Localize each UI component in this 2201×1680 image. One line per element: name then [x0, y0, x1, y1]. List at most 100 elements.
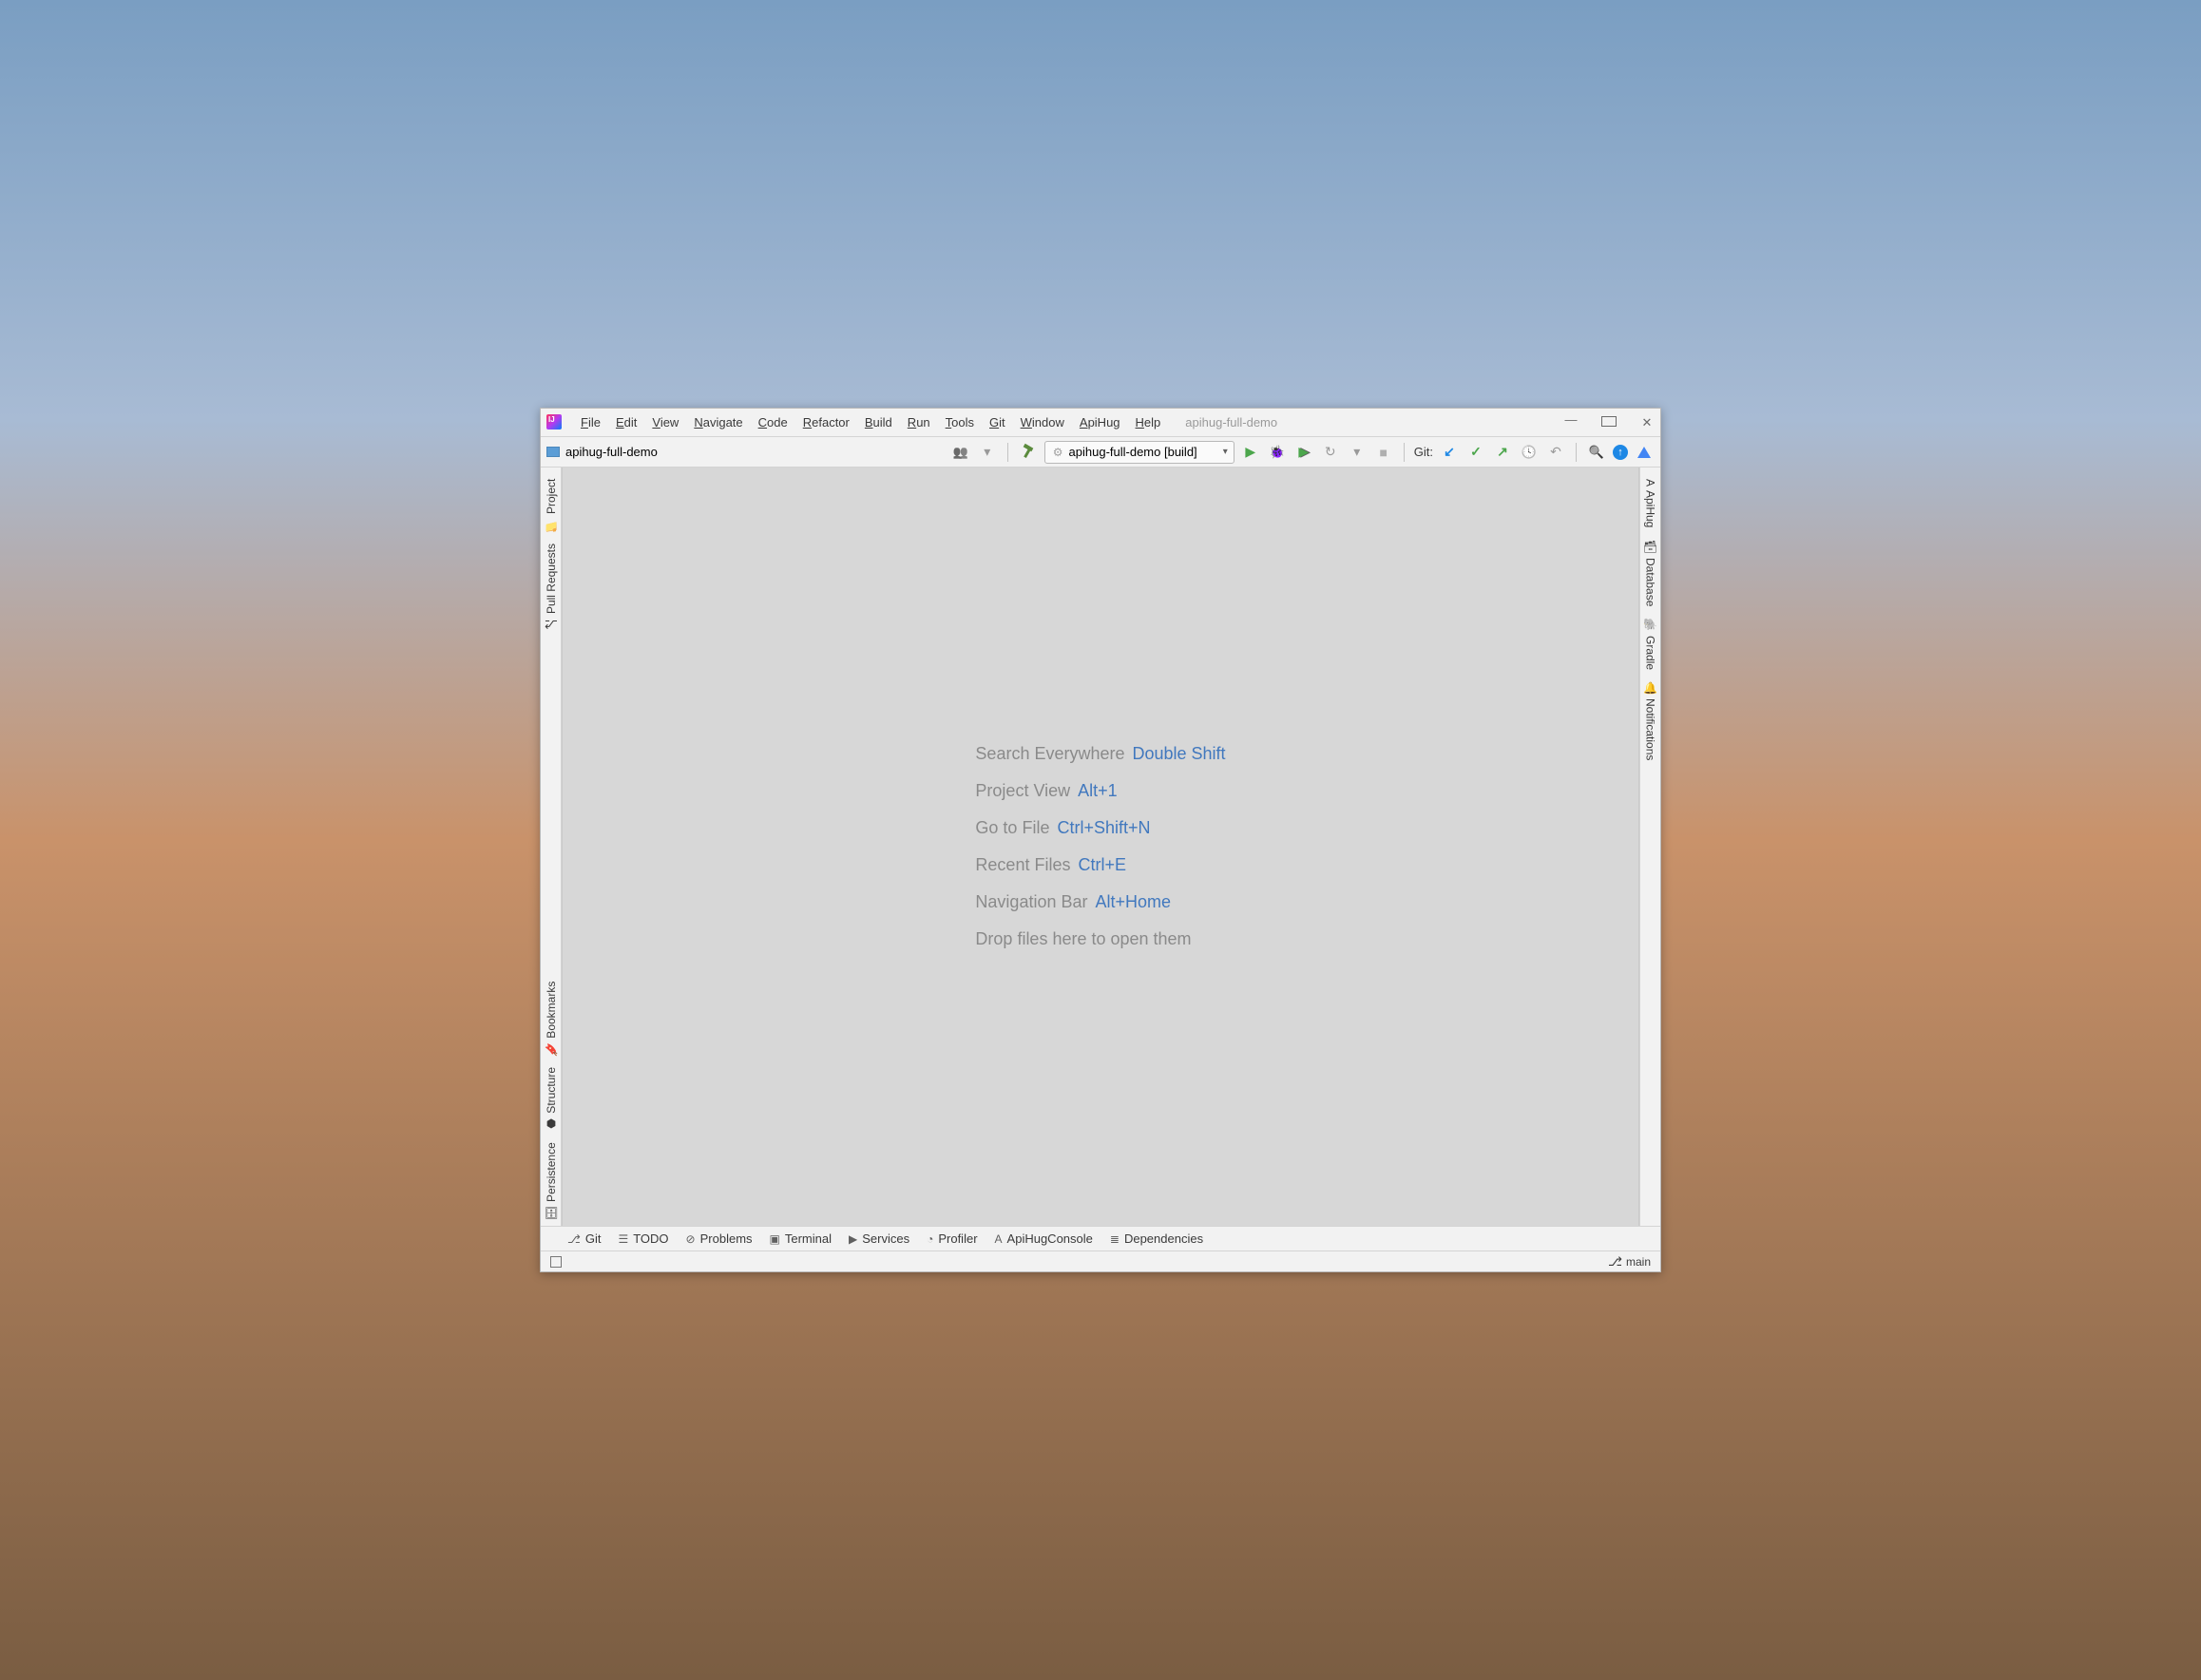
menu-tools[interactable]: Tools: [938, 411, 982, 433]
editor-empty-state[interactable]: Search EverywhereDouble Shift Project Vie…: [562, 468, 1639, 1226]
tool-window-pull-requests[interactable]: ⎇ Pull Requests: [543, 538, 560, 637]
titlebar: FileEditViewNavigateCodeRefactorBuildRun…: [541, 409, 1660, 437]
menu-file[interactable]: File: [573, 411, 608, 433]
menu-build[interactable]: Build: [857, 411, 900, 433]
git-history-button[interactable]: [1519, 442, 1540, 463]
branch-icon: ⎇: [567, 1232, 581, 1246]
git-label: Git:: [1414, 445, 1433, 459]
pr-icon: ⎇: [545, 618, 558, 631]
hint-text: Navigation Bar: [975, 892, 1087, 912]
tool-window-apihug[interactable]: AApiHug: [1642, 473, 1659, 533]
debug-button[interactable]: [1267, 442, 1288, 463]
menu-refactor[interactable]: Refactor: [795, 411, 857, 433]
list-icon: ☰: [618, 1232, 628, 1246]
hint-shortcut: Alt+Home: [1096, 892, 1172, 912]
tool-window-structure[interactable]: ⬢Structure: [543, 1061, 560, 1136]
git-branch-widget[interactable]: main: [1608, 1254, 1651, 1270]
menu-code[interactable]: Code: [751, 411, 795, 433]
ide-window: FileEditViewNavigateCodeRefactorBuildRun…: [540, 408, 1661, 1272]
editor-hint: Recent FilesCtrl+E: [975, 855, 1225, 875]
project-icon: [546, 447, 560, 457]
git-rollback-button[interactable]: [1545, 442, 1566, 463]
terminal-icon: ▣: [770, 1232, 780, 1246]
tool-window-bookmarks[interactable]: 🔖Bookmarks: [543, 976, 560, 1062]
hint-shortcut: Ctrl+Shift+N: [1057, 818, 1150, 838]
maximize-button[interactable]: [1601, 415, 1617, 430]
tool-window-git[interactable]: ⎇ Git: [567, 1231, 601, 1246]
tool-window-label: Services: [862, 1231, 909, 1246]
left-tool-stripe: 📁 Project ⎇ Pull Requests 🔖Bookmarks⬢Struct…: [541, 468, 562, 1226]
warn-icon: ⊘: [686, 1232, 696, 1246]
editor-hint: Project ViewAlt+1: [975, 781, 1225, 801]
tool-window-notifications[interactable]: 🔔 Notifications: [1642, 676, 1659, 767]
branch-name: main: [1626, 1255, 1651, 1269]
menu-view[interactable]: View: [644, 411, 686, 433]
tool-window-project[interactable]: 📁 Project: [543, 473, 560, 538]
run-configuration-selector[interactable]: ⚙ apihug-full-demo [build]: [1044, 441, 1234, 464]
tool-window-database[interactable]: 🗃Database: [1642, 533, 1659, 612]
editor-hint: Search EverywhereDouble Shift: [975, 744, 1225, 764]
persistence-icon: 🗄: [545, 1206, 558, 1220]
toolbar: apihug-full-demo ▾ ⚙ apihug-full-demo [b…: [541, 437, 1660, 468]
bell-icon: 🔔: [1644, 681, 1657, 696]
git-pull-button[interactable]: [1439, 442, 1460, 463]
tool-window-label: Git: [585, 1231, 602, 1246]
tool-window-label: Profiler: [938, 1231, 977, 1246]
menu-navigate[interactable]: Navigate: [686, 411, 750, 433]
menu-run[interactable]: Run: [900, 411, 938, 433]
menu-git[interactable]: Git: [982, 411, 1013, 433]
hint-text: Search Everywhere: [975, 744, 1124, 764]
structure-icon: ⬢: [545, 1117, 558, 1131]
dropdown-icon[interactable]: ▾: [1347, 442, 1368, 463]
git-commit-button[interactable]: [1465, 442, 1486, 463]
dropdown-icon[interactable]: ▾: [977, 442, 998, 463]
close-button[interactable]: [1639, 415, 1655, 430]
status-bar: main: [541, 1250, 1660, 1271]
stop-button[interactable]: [1373, 442, 1394, 463]
hint-shortcut: Alt+1: [1078, 781, 1118, 801]
tool-window-profiler[interactable]: ◔Profiler: [927, 1231, 977, 1246]
minimize-button[interactable]: [1563, 415, 1579, 430]
editor-hint: Drop files here to open them: [975, 929, 1225, 949]
tool-window-dependencies[interactable]: ≣Dependencies: [1110, 1231, 1203, 1246]
bookmark-icon: 🔖: [545, 1042, 558, 1057]
menu-edit[interactable]: Edit: [608, 411, 644, 433]
code-with-me-icon[interactable]: [950, 442, 971, 463]
tool-window-toggle-icon[interactable]: [550, 1256, 562, 1268]
tool-window-persistence[interactable]: 🗄 Persistence: [543, 1136, 560, 1226]
tool-window-problems[interactable]: ⊘Problems: [686, 1231, 753, 1246]
menu-bar: FileEditViewNavigateCodeRefactorBuildRun…: [573, 411, 1168, 433]
folder-icon: 📁: [545, 518, 558, 532]
tool-window-gradle[interactable]: 🐘Gradle: [1642, 612, 1659, 676]
window-controls: [1563, 415, 1655, 430]
editor-hint: Go to FileCtrl+Shift+N: [975, 818, 1225, 838]
tool-window-label: ApiHugConsole: [1007, 1231, 1093, 1246]
tool-window-label: Pull Requests: [545, 544, 558, 614]
right-tool-stripe: AApiHug🗃Database🐘Gradle 🔔 Notifications: [1639, 468, 1660, 1226]
menu-help[interactable]: Help: [1128, 411, 1169, 433]
menu-window[interactable]: Window: [1013, 411, 1072, 433]
services-icon: ▶: [849, 1232, 857, 1246]
update-badge-icon[interactable]: ↑: [1613, 445, 1628, 460]
deps-icon: ≣: [1110, 1232, 1120, 1246]
tool-window-terminal[interactable]: ▣Terminal: [770, 1231, 832, 1246]
search-button[interactable]: [1586, 442, 1607, 463]
editor-hints: Search EverywhereDouble Shift Project Vie…: [975, 744, 1225, 949]
tool-window-services[interactable]: ▶ Services: [849, 1231, 909, 1246]
nav-project-name: apihug-full-demo: [565, 445, 658, 459]
tool-window-label: Persistence: [545, 1142, 558, 1202]
tool-window-apihugconsole[interactable]: AApiHugConsole: [995, 1231, 1093, 1246]
coverage-button[interactable]: [1293, 442, 1314, 463]
profiler-button[interactable]: [1320, 442, 1341, 463]
tool-window-label: Project: [545, 479, 558, 514]
bottom-tool-stripe: ⎇ Git ☰ TODO ⊘Problems ▣Terminal ▶ Services ◔Pro…: [541, 1226, 1660, 1250]
tool-window-todo[interactable]: ☰ TODO: [618, 1231, 668, 1246]
build-icon[interactable]: [1018, 442, 1039, 463]
git-push-button[interactable]: [1492, 442, 1513, 463]
tool-window-label: Notifications: [1644, 698, 1657, 760]
run-button[interactable]: [1240, 442, 1261, 463]
navigation-bar[interactable]: apihug-full-demo: [546, 445, 658, 459]
tool-window-label: TODO: [633, 1231, 668, 1246]
menu-apihug[interactable]: ApiHug: [1072, 411, 1128, 433]
jetbrains-toolbox-icon[interactable]: [1634, 442, 1655, 463]
